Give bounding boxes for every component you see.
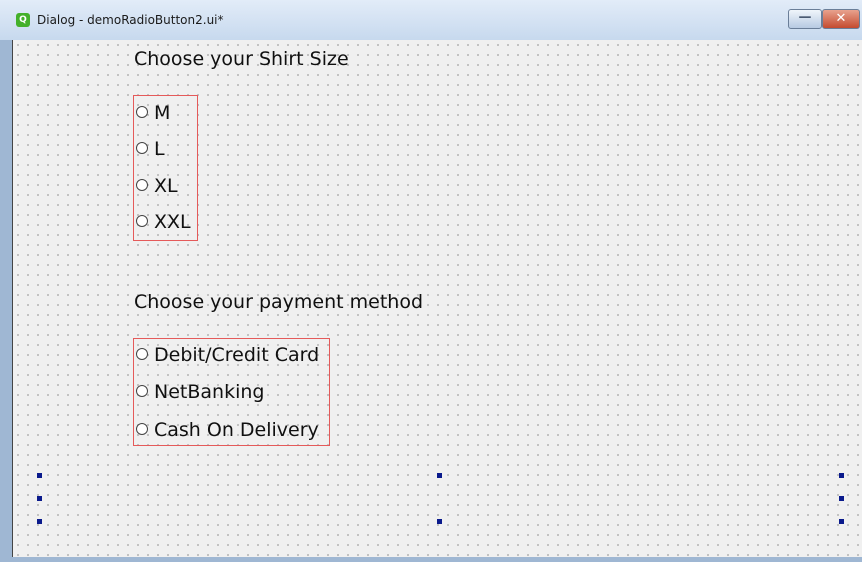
radio-label: XL [154, 175, 178, 197]
radio-label: NetBanking [154, 381, 265, 403]
radio-label: XXL [154, 211, 191, 233]
minimize-button[interactable]: — [788, 9, 822, 29]
resize-handle-middle-left[interactable] [37, 496, 42, 501]
window-title: Dialog - demoRadioButton2.ui* [37, 13, 224, 27]
radio-label: Cash On Delivery [154, 419, 319, 441]
resize-handle-top-center[interactable] [437, 473, 442, 478]
radio-indicator[interactable] [136, 142, 148, 154]
radio-indicator[interactable] [136, 215, 148, 227]
resize-handle-top-right[interactable] [839, 473, 844, 478]
payment-method-radio-group[interactable]: Debit/Credit Card NetBanking Cash On Del… [133, 338, 330, 446]
minimize-icon: — [798, 10, 812, 25]
shirt-size-radio-group[interactable]: M L XL XXL [133, 95, 198, 241]
radio-indicator[interactable] [136, 106, 148, 118]
resize-handle-top-left[interactable] [37, 473, 42, 478]
title-bar[interactable]: Q Dialog - demoRadioButton2.ui* — ✕ [0, 0, 862, 40]
resize-handle-middle-right[interactable] [839, 496, 844, 501]
resize-handle-bottom-center[interactable] [437, 519, 442, 524]
resize-handle-bottom-left[interactable] [37, 519, 42, 524]
radio-indicator[interactable] [136, 423, 148, 435]
radio-indicator[interactable] [136, 179, 148, 191]
shirt-size-heading[interactable]: Choose your Shirt Size [134, 48, 349, 70]
radio-label: M [154, 102, 171, 124]
radio-label: L [154, 138, 165, 160]
resize-handle-bottom-right[interactable] [839, 519, 844, 524]
close-button[interactable]: ✕ [822, 9, 860, 29]
radio-indicator[interactable] [136, 348, 148, 360]
qt-designer-icon: Q [16, 13, 30, 27]
form-canvas[interactable]: Choose your Shirt Size M L XL XXL Choose… [12, 40, 862, 557]
radio-label: Debit/Credit Card [154, 344, 320, 366]
payment-method-heading[interactable]: Choose your payment method [134, 291, 423, 313]
designer-window: Q Dialog - demoRadioButton2.ui* — ✕ Choo… [0, 0, 862, 562]
radio-indicator[interactable] [136, 385, 148, 397]
close-icon: ✕ [835, 11, 847, 26]
